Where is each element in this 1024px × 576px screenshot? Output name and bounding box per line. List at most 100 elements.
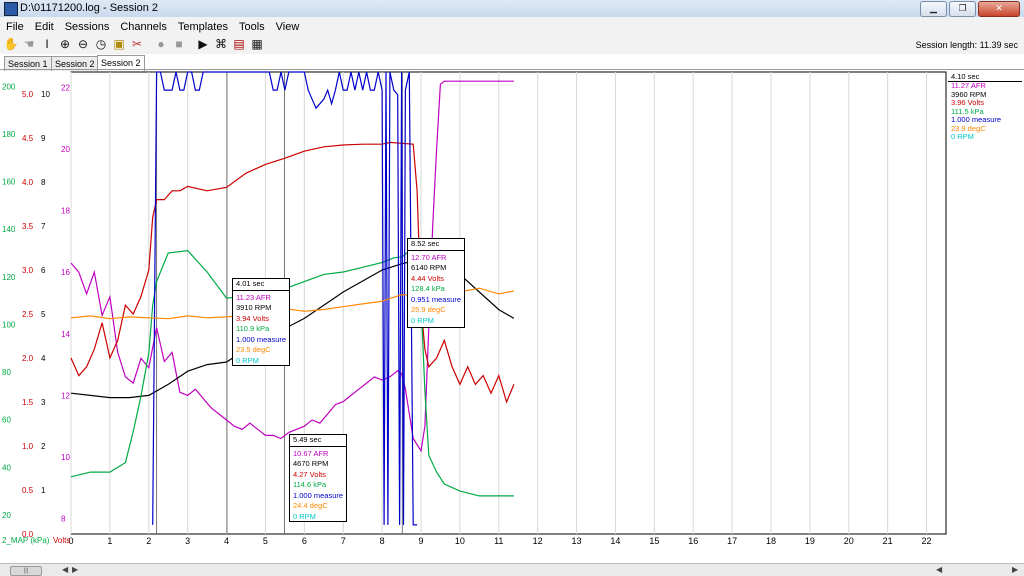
volts-axis-label: Volts	[53, 536, 70, 545]
rpm-tick-label: 10	[41, 90, 50, 99]
horizontal-scrollbar[interactable]: ||| ◀ ▶ ◀ ▶	[0, 563, 1024, 576]
cursor-readout-box-3: 8.52 sec 12.70 AFR 6140 RPM 4.44 Volts 1…	[407, 238, 466, 328]
box-kpa: 128.4 kPa	[411, 284, 445, 293]
scroll-right-arrow-icon-2[interactable]: ▶	[1012, 565, 1018, 574]
x-tick-label: 2	[146, 536, 151, 546]
afr-tick-label: 16	[61, 268, 70, 277]
x-tick-label: 21	[883, 536, 893, 546]
box-degc: 25.9 degC	[411, 305, 446, 314]
x-tick-label: 1	[107, 536, 112, 546]
box-afr: 10.67 AFR	[293, 448, 329, 458]
volts-tick-label: 3.5	[22, 222, 34, 231]
map-tick-label: 120	[2, 273, 16, 282]
box-time: 5.49 sec	[290, 435, 347, 447]
x-tick-label: 22	[922, 536, 932, 546]
app-window: { "window": {"title": "D:\\01171200.log …	[0, 0, 1024, 576]
volts-tick-label: 1.0	[22, 442, 34, 451]
afr-tick-label: 18	[61, 207, 70, 216]
volts-tick-label: 0.5	[22, 486, 34, 495]
box-afr: 12.70 AFR	[411, 252, 447, 262]
map-tick-label: 180	[2, 130, 16, 139]
box-rpm2: 0 RPM	[293, 511, 316, 521]
cursor-readout-box-1: 4.01 sec 11.23 AFR 3910 RPM 3.94 Volts 1…	[232, 278, 291, 366]
x-tick-label: 11	[494, 536, 503, 546]
box-rpm: 3910 RPM	[236, 303, 272, 312]
afr-tick-label: 22	[61, 83, 70, 92]
afr-tick-label: 20	[61, 145, 70, 154]
x-tick-label: 17	[727, 536, 737, 546]
rpm-tick-label: 1	[41, 486, 46, 495]
map-tick-label: 80	[2, 368, 11, 377]
map-tick-label: 100	[2, 320, 16, 329]
rpm-tick-label: 3	[41, 398, 46, 407]
box-rpm2: 0 RPM	[411, 315, 434, 325]
box-measure: 1.000 measure	[293, 490, 344, 500]
scroll-left-arrow-icon[interactable]: ◀	[62, 565, 68, 574]
map-tick-label: 20	[2, 511, 11, 520]
box-rpm: 6140 RPM	[411, 263, 447, 272]
x-tick-label: 6	[302, 536, 307, 546]
map-axis-label: 2_MAP (kPa)	[2, 536, 50, 545]
rpm-tick-label: 2	[41, 442, 46, 451]
x-tick-label: 14	[610, 536, 620, 546]
x-tick-label: 7	[341, 536, 346, 546]
volts-tick-label: 1.5	[22, 398, 34, 407]
scroll-right-arrow-icon[interactable]: ▶	[72, 565, 78, 574]
rpm-tick-label: 8	[41, 178, 46, 187]
volts-tick-label: 5.0	[22, 90, 34, 99]
box-kpa: 114.6 kPa	[293, 480, 327, 489]
x-tick-label: 15	[649, 536, 659, 546]
box-time: 4.01 sec	[233, 279, 290, 291]
map-tick-label: 200	[2, 82, 16, 91]
volts-tick-label: 3.0	[22, 266, 34, 275]
box-kpa: 110.9 kPa	[236, 324, 270, 333]
rpm-tick-label: 4	[41, 354, 46, 363]
afr-tick-label: 8	[61, 515, 66, 524]
rpm-tick-label: 5	[41, 310, 46, 319]
map-tick-label: 40	[2, 463, 11, 472]
box-volts: 3.94 Volts	[236, 313, 269, 323]
afr-tick-label: 10	[61, 453, 70, 462]
box-degc: 23.5 degC	[236, 345, 271, 354]
afr-tick-label: 12	[61, 391, 70, 400]
legend-panel: 4.10 sec 11.27 AFR 3960 RPM 3.96 Volts 1…	[948, 72, 1022, 562]
plot-frame	[70, 71, 947, 535]
x-tick-label: 5	[263, 536, 268, 546]
map-tick-label: 140	[2, 225, 16, 234]
box-volts: 4.44 Volts	[411, 273, 444, 283]
rpm-tick-label: 9	[41, 134, 46, 143]
x-tick-label: 3	[185, 536, 190, 546]
chart-area[interactable]: 0 1 2 3 4 5 6 7 8 9 10 11 12 13 14 15 16 17 18 19 20 21 222001…	[0, 0, 1024, 576]
legend-rpm2: 0 RPM	[951, 132, 974, 141]
x-tick-label: 13	[572, 536, 582, 546]
rpm-tick-label: 7	[41, 222, 46, 231]
volts-tick-label: 4.0	[22, 178, 34, 187]
cursor-readout-box-2: 5.49 sec 10.67 AFR 4670 RPM 4.27 Volts 1…	[289, 434, 348, 522]
x-tick-label: 16	[688, 536, 698, 546]
map-tick-label: 60	[2, 416, 11, 425]
x-tick-label: 4	[224, 536, 229, 546]
box-degc: 24.4 degC	[293, 501, 328, 510]
volts-tick-label: 4.5	[22, 134, 34, 143]
box-afr: 11.23 AFR	[236, 292, 271, 302]
afr-tick-label: 14	[61, 330, 70, 339]
scroll-left-arrow-icon-2[interactable]: ◀	[936, 565, 942, 574]
box-rpm: 4670 RPM	[293, 459, 329, 468]
x-tick-label: 12	[533, 536, 543, 546]
box-measure: 1.000 measure	[236, 334, 287, 344]
rpm-tick-label: 6	[41, 266, 46, 275]
box-volts: 4.27 Volts	[293, 469, 326, 479]
x-tick-label: 20	[844, 536, 854, 546]
x-tick-label: 18	[766, 536, 776, 546]
map-tick-label: 160	[2, 178, 16, 187]
volts-tick-label: 2.5	[22, 310, 34, 319]
box-rpm2: 0 RPM	[236, 355, 259, 365]
x-tick-label: 9	[418, 536, 423, 546]
scrollbar-thumb[interactable]: |||	[10, 566, 42, 576]
x-tick-label: 8	[380, 536, 385, 546]
box-time: 8.52 sec	[408, 239, 465, 251]
box-measure: 0.951 measure	[411, 294, 462, 304]
x-tick-label: 19	[805, 536, 815, 546]
volts-tick-label: 2.0	[22, 354, 34, 363]
x-tick-label: 10	[455, 536, 465, 546]
